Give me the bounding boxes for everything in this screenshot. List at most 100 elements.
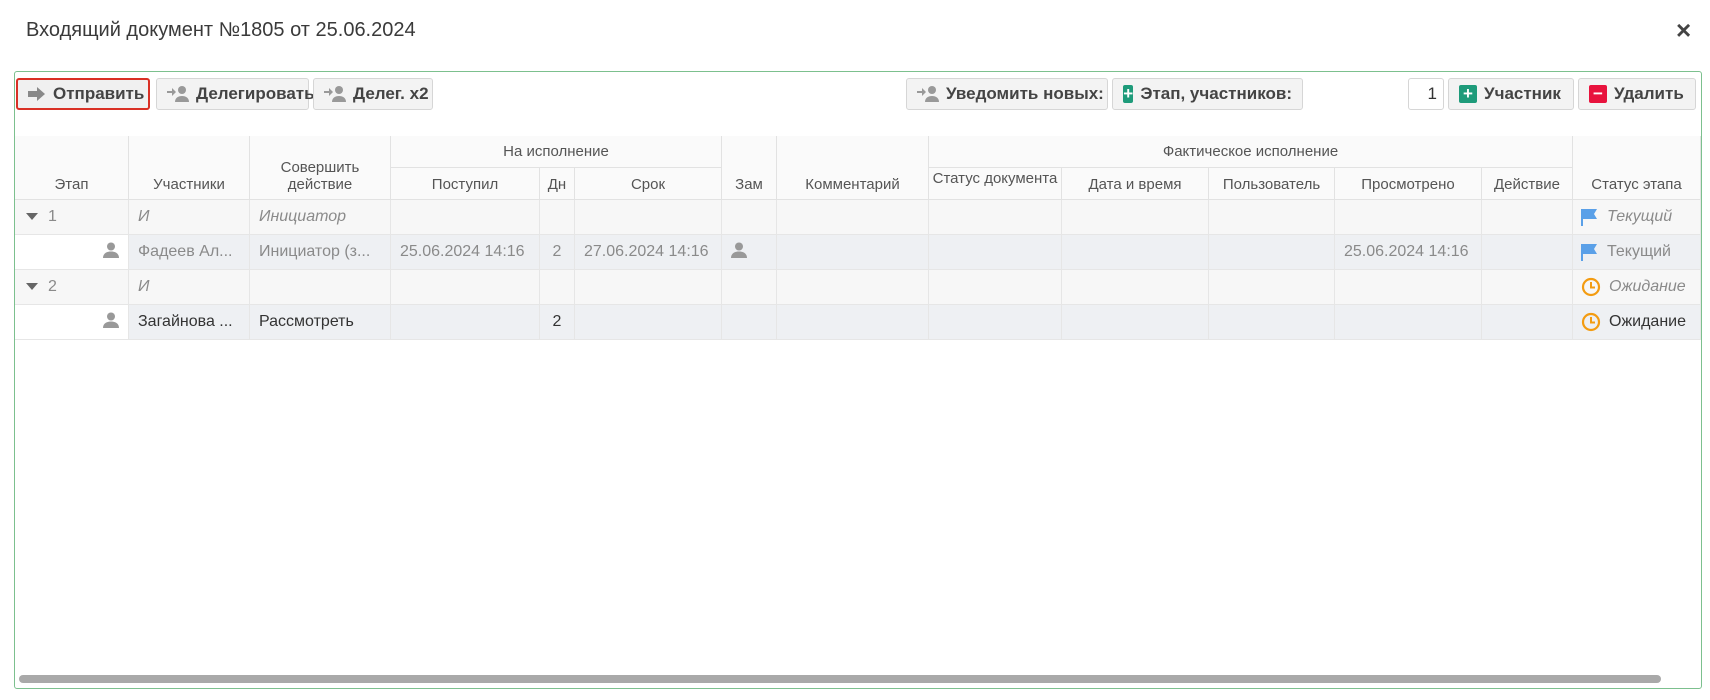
caret-down-icon[interactable] <box>26 208 38 226</box>
stage-group-row[interactable]: 1 И Инициатор Текущий <box>15 200 1701 235</box>
col-comment[interactable]: Комментарий <box>777 136 929 200</box>
action-cell[interactable]: Рассмотреть <box>250 305 391 339</box>
deadline-cell: 27.06.2024 14:16 <box>575 235 722 269</box>
add-participant-button[interactable]: + Участник <box>1448 78 1574 110</box>
col-action[interactable]: Совершить действие <box>250 136 391 200</box>
deadline-cell <box>575 270 722 304</box>
comment-cell <box>777 270 929 304</box>
user-cell <box>1209 235 1335 269</box>
add-stage-label: Этап, участников: <box>1140 84 1292 103</box>
stage-cell[interactable]: 1 <box>15 200 129 234</box>
col-viewed[interactable]: Просмотрено <box>1335 168 1482 200</box>
deputy-cell <box>722 200 777 234</box>
minus-icon: − <box>1589 85 1607 103</box>
deputy-cell <box>722 270 777 304</box>
stage-cell[interactable]: 2 <box>15 270 129 304</box>
days-cell <box>540 270 575 304</box>
stage-group-row[interactable]: 2 И Ожидание <box>15 270 1701 305</box>
send-button[interactable]: Отправить <box>16 78 150 110</box>
stage-number: 1 <box>48 208 57 225</box>
user-cell <box>1209 305 1335 339</box>
deadline-cell <box>575 200 722 234</box>
received-cell: 25.06.2024 14:16 <box>391 235 540 269</box>
days-cell <box>540 200 575 234</box>
participant-row[interactable]: Загайнова ... Рассмотреть 2 Ожидание <box>15 305 1701 340</box>
delegate-button[interactable]: Делегировать <box>156 78 315 110</box>
date-time-cell <box>1062 200 1209 234</box>
act-cell <box>1482 305 1573 339</box>
col-deputy[interactable]: Зам <box>722 136 777 200</box>
col-act[interactable]: Действие <box>1482 168 1573 200</box>
date-time-cell <box>1062 270 1209 304</box>
col-stage[interactable]: Этап <box>15 136 129 200</box>
clock-icon <box>1581 312 1601 332</box>
route-panel: Отправить Делегировать Делег. x2 Уведоми… <box>14 71 1702 689</box>
participants-count-input[interactable] <box>1408 78 1444 110</box>
viewed-cell: 25.06.2024 14:16 <box>1335 235 1482 269</box>
col-deadline[interactable]: Срок <box>575 168 722 200</box>
flag-icon <box>1581 243 1599 261</box>
notify-user-icon <box>917 85 939 103</box>
delete-button[interactable]: − Удалить <box>1578 78 1696 110</box>
days-cell[interactable]: 2 <box>540 305 575 339</box>
stage-status-cell: Ожидание <box>1573 270 1701 304</box>
doc-status-cell <box>929 305 1062 339</box>
dialog-header: Входящий документ №1805 от 25.06.2024 × <box>0 0 1710 62</box>
action-cell <box>250 270 391 304</box>
user-cell <box>1209 270 1335 304</box>
stage-status-cell: Текущий <box>1573 235 1701 269</box>
col-doc-status[interactable]: Статус документа <box>929 168 1062 200</box>
delegate-x2-label: Делег. x2 <box>353 84 429 103</box>
action-cell: Инициатор (з... <box>250 235 391 269</box>
col-days[interactable]: Дн <box>540 168 575 200</box>
received-cell <box>391 305 540 339</box>
viewed-cell <box>1335 305 1482 339</box>
deputy-user-icon[interactable] <box>731 242 747 263</box>
comment-cell <box>777 200 929 234</box>
col-user[interactable]: Пользователь <box>1209 168 1335 200</box>
arrow-right-icon <box>28 86 46 102</box>
toolbar: Отправить Делегировать Делег. x2 Уведоми… <box>15 72 1701 122</box>
doc-status-cell <box>929 270 1062 304</box>
delegate-user-icon <box>324 85 346 103</box>
date-time-cell <box>1062 305 1209 339</box>
col-group-actual: Фактическое исполнение <box>929 136 1573 168</box>
act-cell <box>1482 200 1573 234</box>
deputy-cell[interactable] <box>722 235 777 269</box>
caret-down-icon[interactable] <box>26 278 38 296</box>
notify-new-button[interactable]: Уведомить новых: <box>906 78 1108 110</box>
participants-cell: Фадеев Ал... <box>129 235 250 269</box>
delegate-x2-button[interactable]: Делег. x2 <box>313 78 433 110</box>
comment-cell <box>777 235 929 269</box>
doc-status-cell <box>929 235 1062 269</box>
send-label: Отправить <box>53 84 145 103</box>
notify-new-label: Уведомить новых: <box>946 84 1104 103</box>
participant-row[interactable]: Фадеев Ал... Инициатор (з... 25.06.2024 … <box>15 235 1701 270</box>
act-cell <box>1482 235 1573 269</box>
participants-cell: Загайнова ... <box>129 305 250 339</box>
stage-status-label: Ожидание <box>1609 313 1686 330</box>
doc-status-cell <box>929 200 1062 234</box>
user-cell <box>1209 200 1335 234</box>
col-date-time[interactable]: Дата и время <box>1062 168 1209 200</box>
viewed-cell <box>1335 200 1482 234</box>
delegate-user-icon <box>167 85 189 103</box>
days-cell: 2 <box>540 235 575 269</box>
delete-label: Удалить <box>1614 84 1684 103</box>
stage-status-label: Ожидание <box>1609 278 1686 295</box>
participants-cell: И <box>129 200 250 234</box>
close-icon[interactable]: × <box>1676 16 1691 44</box>
col-received[interactable]: Поступил <box>391 168 540 200</box>
delegate-label: Делегировать <box>196 84 315 103</box>
col-stage-status[interactable]: Статус этапа <box>1573 136 1701 200</box>
document-dialog: Входящий документ №1805 от 25.06.2024 × … <box>0 0 1710 700</box>
received-cell <box>391 200 540 234</box>
dialog-title: Входящий документ №1805 от 25.06.2024 <box>26 19 416 41</box>
horizontal-scrollbar-thumb[interactable] <box>19 675 1661 683</box>
add-participant-label: Участник <box>1484 84 1561 103</box>
col-participants[interactable]: Участники <box>129 136 250 200</box>
add-stage-button[interactable]: + Этап, участников: <box>1112 78 1303 110</box>
stage-status-cell: Текущий <box>1573 200 1701 234</box>
act-cell <box>1482 270 1573 304</box>
date-time-cell <box>1062 235 1209 269</box>
